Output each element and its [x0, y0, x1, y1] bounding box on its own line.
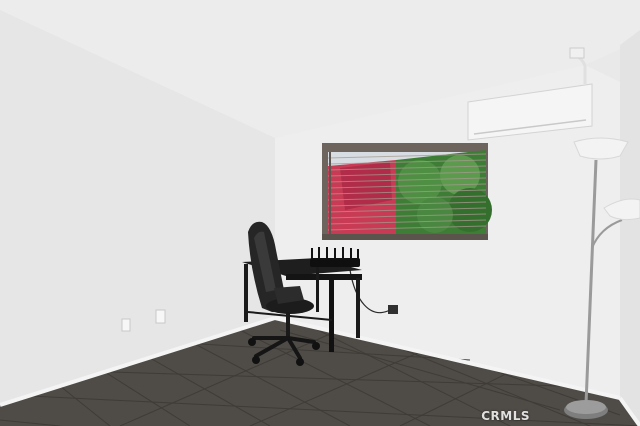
- back-wall-outlet-icon: [388, 305, 398, 314]
- window-blinds-icon: [322, 143, 492, 240]
- room-photo: CRMLS: [0, 0, 640, 426]
- wall-outlet-icon: [121, 318, 131, 332]
- right-wall: [620, 30, 640, 426]
- wall-switch-plate: [155, 309, 166, 324]
- watermark-text: CRMLS: [481, 409, 530, 423]
- room-illustration: [0, 0, 640, 426]
